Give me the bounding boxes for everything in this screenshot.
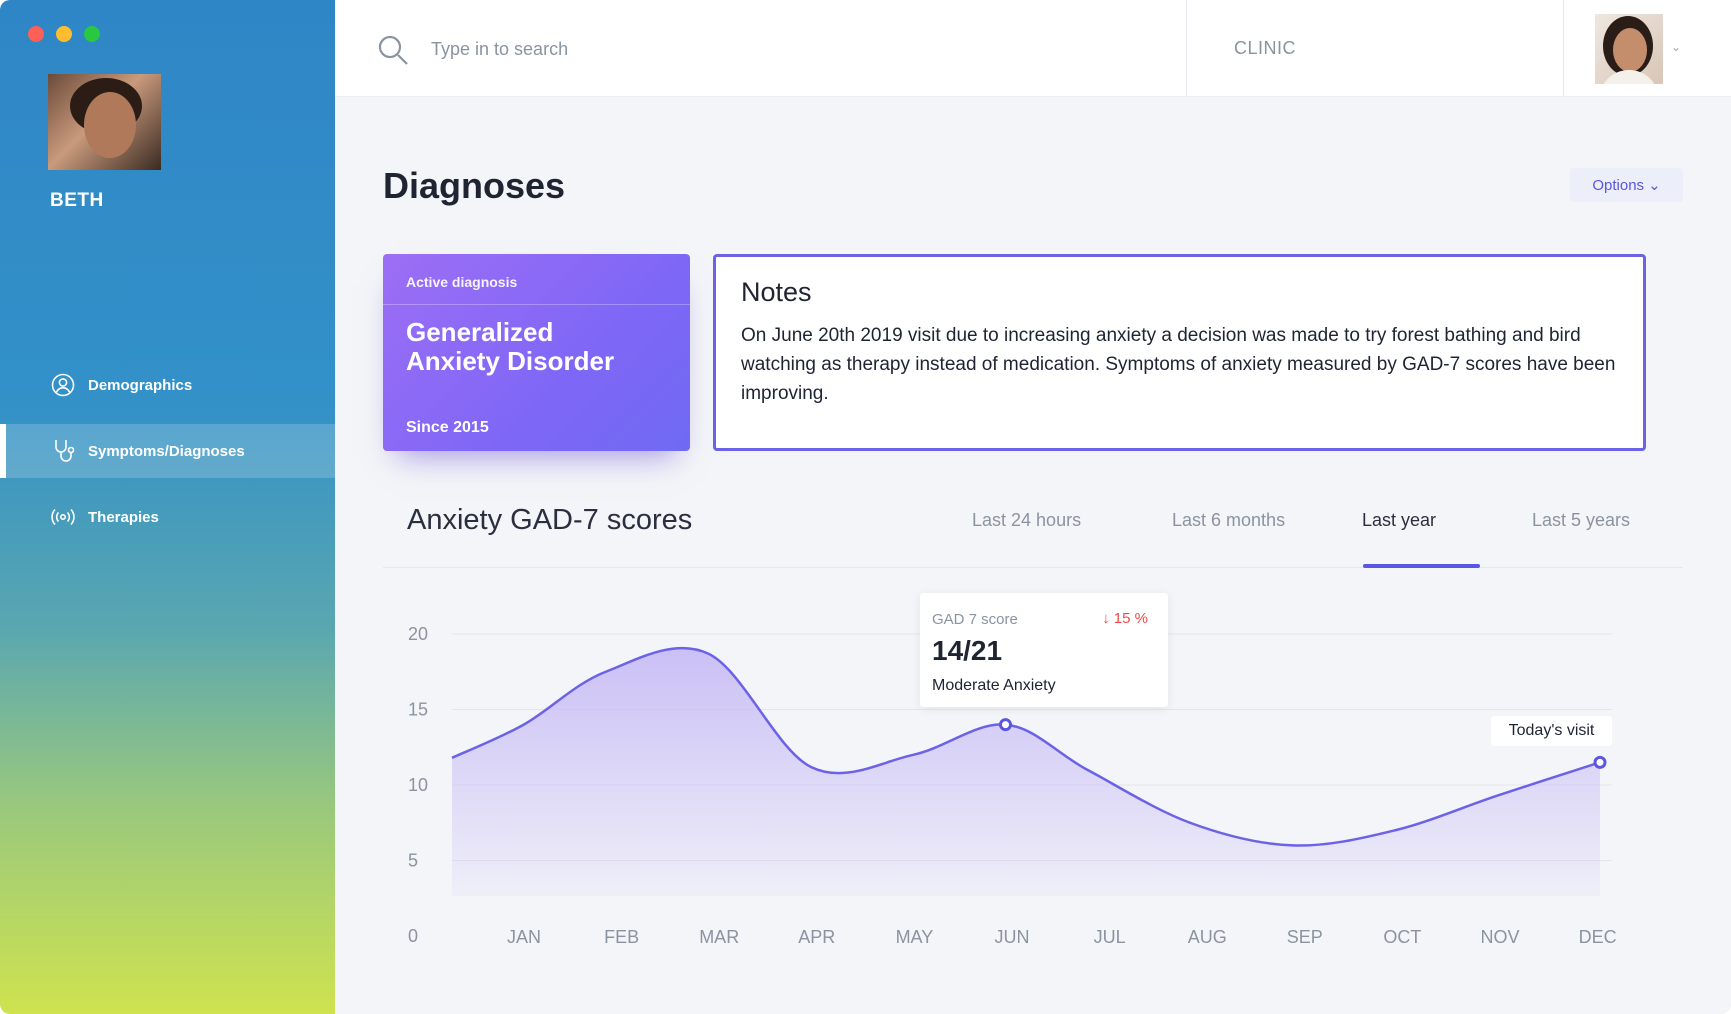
score-tooltip: GAD 7 score ↓ 15 % 14/21 Moderate Anxiet… [920,593,1168,707]
tooltip-value: 14/21 [932,635,1003,666]
x-tick-label: JUL [1094,927,1126,947]
tooltip-description: Moderate Anxiety [932,677,1056,694]
tooltip-delta: ↓ 15 % [1102,610,1148,627]
x-tick-label: JUN [995,927,1030,947]
y-tick-label: 15 [408,700,428,720]
y-tick-label: 20 [408,624,428,644]
x-tick-label: MAY [896,927,934,947]
x-tick-label: AUG [1188,927,1227,947]
x-tick-label: OCT [1383,927,1421,947]
x-tick-label: APR [798,927,835,947]
x-tick-label: NOV [1480,927,1519,947]
x-tick-label: DEC [1579,927,1617,947]
x-tick-label: FEB [604,927,639,947]
x-tick-label: MAR [699,927,739,947]
gad7-chart: 0 5 10 15 20 JAN FEB MAR APR MAY JUN JUL AUG SEP OCT NO… [408,624,1617,947]
y-tick-label: 10 [408,775,428,795]
y-tick-label: 0 [408,926,418,946]
tooltip-label: GAD 7 score [932,611,1018,628]
app-window: BETH Demographics Symptoms/Diagnoses The… [0,0,1731,1014]
x-tick-label: JAN [507,927,541,947]
todays-visit-label: Today's visit [1491,716,1612,746]
y-tick-label: 5 [408,851,418,871]
todays-visit-point [1593,755,1607,769]
highlighted-point [999,718,1012,732]
x-tick-label: SEP [1287,927,1323,947]
